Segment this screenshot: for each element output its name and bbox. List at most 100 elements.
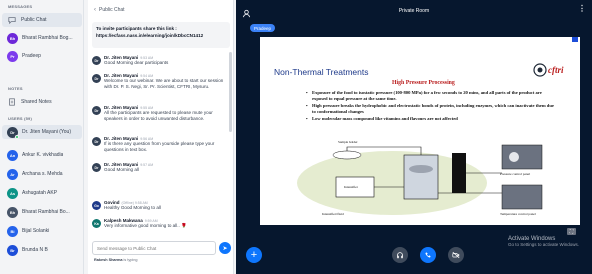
sample-holder-label: Sample holder [338,140,359,144]
presenter-name: Pradeep [254,25,272,31]
unmute-button[interactable] [392,247,408,263]
inlet-label: Intensified fluid [322,212,344,216]
message-time: 9:57 AM [140,163,154,167]
avatar: Pr [7,50,18,62]
messages-header: MESSAGES [8,4,33,9]
actions-button[interactable]: + [246,247,262,263]
message-text: Good Morning dear participants [104,60,169,65]
chat-panel: ‹ Public Chat To invite participants sha… [88,0,234,274]
pressure-gauge [509,152,519,162]
chat-message: Dr Dr. Jiten Mayani 9:57 AM Good Morning … [92,162,228,173]
room-title-bar: Private Room [236,0,592,22]
public-chat-item[interactable]: Public Chat [2,13,82,27]
temperature-panel-label: Temperature control panel [500,212,536,216]
presentation-slide: Non-Thermal Treatments High Pressure Pro… [260,37,580,225]
avatar: Dr [92,137,101,146]
vessel-top [409,165,433,173]
users-toggle-icon[interactable] [242,5,252,18]
bottom-controls: + [236,244,592,274]
chat-message: Dr Dr. Jiten Mayani 9:53 AM Good Morning … [92,55,228,66]
avatar: Dr [92,56,101,65]
avatar-initials: Dr [10,129,15,135]
room-title: Private Room [398,8,430,14]
video-off-icon [452,251,460,259]
user-name: Ashugatah AKP [22,190,58,196]
shared-notes-item[interactable]: Shared Notes [2,95,82,109]
chevron-left-icon[interactable]: ‹ [94,7,96,13]
cftri-logo: cftri [533,63,564,77]
send-icon: ➤ [222,245,228,252]
avatar: An [7,149,18,161]
phone-icon [425,252,431,258]
logo-text: cftri [548,65,564,75]
user-item[interactable]: Bi Bijal Solanki [2,224,82,238]
chat-icon [7,15,17,25]
presentation-area: Private Room ⋮ Pradeep Non-Thermal Treat… [236,0,592,274]
user-name: Bijal Solanki [22,228,50,234]
typing-user: Rakesh Sharma [94,258,123,262]
pump-unit [452,153,466,193]
avatar: Bi [7,225,18,237]
bullet-item: Exposure of the food to isostatic pressu… [306,90,556,101]
chat-message: Ka Kalpesh Makwana 9:59 AM Very informati… [92,218,228,229]
more-options-icon[interactable]: ⋮ [578,4,586,13]
user-name: Brunda N B [22,247,48,253]
user-item[interactable]: Ar Archana s. Mehda [2,167,82,181]
message-text: If is there any question from yourside p… [104,141,215,153]
message-text: Healthy Good Morning to all [104,205,161,210]
user-name: Archana s. Mehda [22,171,63,177]
avatar: Dr [92,163,101,172]
user-name: Dr. Jiten Mayani (You) [22,129,72,135]
avatar: As [7,187,18,199]
notes-header: NOTES [8,86,23,91]
chat-item-bharat[interactable]: Bh Bharat Rambhai Bog... [2,31,82,45]
typing-text: is typing [122,258,138,262]
user-item-self[interactable]: Dr Dr. Jiten Mayani (You) [2,125,82,139]
users-header: USERS (59) [8,116,33,121]
slide-subtitle: High Pressure Processing [392,80,455,86]
chat-title: Public Chat [99,7,125,13]
bullet-item: High pressure breaks the hydrophobic and… [306,103,556,114]
pressure-control-panel [501,144,543,170]
user-item[interactable]: Br Brunda N B [2,243,82,257]
message-text: Welcome to our webinar. We are about to … [104,78,224,90]
avatar: Br [7,244,18,256]
pressure-vessel [403,154,439,200]
avatar: Dr [92,106,101,115]
chat-message: Dr Dr. Jiten Mayani 9:54 AM Welcome to ou… [92,73,228,91]
notes-icon [7,97,17,107]
avatar: Go [92,201,101,210]
user-item[interactable]: Bh Bharat Rambhai Bo... [2,205,82,219]
user-item[interactable]: An Ankur K. vivkhadia [2,148,82,162]
shared-notes-label: Shared Notes [21,99,52,105]
avatar: Bh [7,206,18,218]
audio-button[interactable] [420,247,436,263]
invite-link-message: To invite participants share this link :… [92,22,230,48]
fullscreen-button[interactable]: ⛶ [567,228,576,235]
avatar: Dr [7,126,19,139]
slide-minimize-button[interactable] [572,37,578,42]
intensifier-label: Intensifier [344,185,359,189]
chat-message: Dr Dr. Jiten Mayani 9:55 AM All the parti… [92,105,228,123]
bullet-item: Low molecular mass compound like vitamin… [306,116,556,122]
pressure-panel-label: Pressure control panel [500,172,530,176]
chat-scrollbar[interactable] [229,52,232,132]
fullscreen-icon: ⛶ [569,228,574,235]
video-button[interactable] [448,247,464,263]
send-button[interactable]: ➤ [219,242,231,254]
chat-item-pradeep[interactable]: Pr Pradeep [2,49,82,63]
avatar: Dr [92,74,101,83]
avatar: Bh [7,32,18,44]
message-text: Very informative good morning to all.. 🌹 [104,223,187,228]
slide-title: Non-Thermal Treatments [274,67,369,77]
chat-message-input[interactable] [92,241,216,255]
user-name: Ankur K. vivkhadia [22,152,64,158]
user-item[interactable]: As Ashugatah AKP [2,186,82,200]
message-text: All the participants are requested to pl… [104,110,213,122]
presenter-badge: Pradeep [250,24,276,32]
typing-indicator: Rakesh Sharma is typing [94,258,137,262]
chat-header[interactable]: ‹ Public Chat [88,0,233,20]
slide-bullets: Exposure of the food to isostatic pressu… [306,90,556,124]
app: MESSAGES Public Chat Bh Bharat Rambhai B… [0,0,592,274]
online-indicator [15,134,19,139]
